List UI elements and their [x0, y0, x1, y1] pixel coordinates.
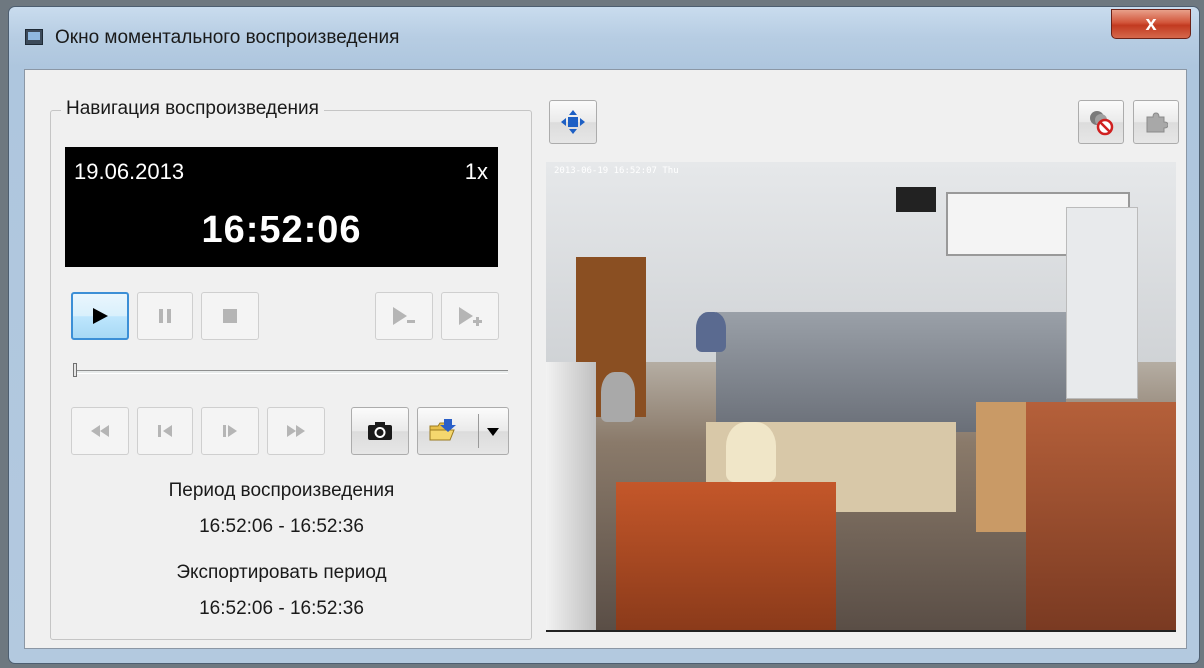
speed-readout: 1x [464, 159, 488, 184]
video-window-frame [546, 362, 596, 630]
video-person [696, 312, 726, 352]
play-slower-icon [393, 307, 415, 325]
pause-icon [159, 309, 171, 323]
video-timestamp: 2013-06-19 16:52:07 Thu [554, 166, 679, 176]
video-cabinet [1026, 402, 1176, 630]
fit-to-window-button[interactable] [549, 100, 597, 144]
video-monitor [896, 187, 936, 212]
resize-arrows-icon [561, 110, 585, 134]
play-button[interactable] [71, 292, 129, 340]
faster-button[interactable] [441, 292, 499, 340]
playback-window: Окно моментального воспроизведения x Нав… [8, 6, 1200, 664]
previous-frame-button[interactable] [137, 407, 193, 455]
plugin-button[interactable] [1133, 100, 1179, 144]
timeline-slider[interactable] [75, 370, 508, 374]
export-button-divider [478, 414, 479, 448]
snapshot-button[interactable] [351, 407, 409, 455]
playback-period-value: 16:52:06 - 16:52:36 [199, 516, 364, 537]
rewind-icon [91, 425, 109, 437]
video-frame[interactable]: 2013-06-19 16:52:07 Thu [546, 162, 1176, 630]
play-icon [93, 308, 108, 324]
fast-forward-icon [287, 425, 305, 437]
window-content: Навигация воспроизведения 19.06.2013 1x … [24, 69, 1187, 649]
play-faster-icon [459, 307, 482, 326]
export-button[interactable] [417, 407, 509, 455]
puzzle-piece-icon [1146, 112, 1168, 133]
monitor-icon [25, 29, 43, 45]
fast-forward-end-button[interactable] [267, 407, 325, 455]
video-bottom-border [546, 630, 1176, 632]
group-title: Навигация воспроизведения [61, 98, 324, 120]
video-chair [616, 482, 836, 630]
time-readout: 16:52:06 [201, 209, 362, 251]
no-overlay-icon [1090, 111, 1114, 136]
date-readout: 19.06.2013 [74, 159, 185, 184]
playback-period-label: Период воспроизведения [168, 480, 395, 501]
slower-button[interactable] [375, 292, 433, 340]
stop-icon [223, 309, 237, 323]
video-air-conditioner [1066, 207, 1138, 399]
timeline-slider-thumb[interactable] [73, 363, 77, 377]
disable-overlay-button[interactable] [1078, 100, 1124, 144]
time-display: 19.06.2013 1x 16:52:06 [65, 147, 498, 267]
step-back-icon [158, 425, 172, 437]
rewind-start-button[interactable] [71, 407, 129, 455]
video-person [601, 372, 635, 422]
close-button[interactable]: x [1111, 9, 1191, 39]
camera-icon [368, 422, 392, 440]
pause-button[interactable] [137, 292, 193, 340]
step-forward-icon [223, 425, 237, 437]
stop-button[interactable] [201, 292, 259, 340]
next-frame-button[interactable] [201, 407, 259, 455]
title-bar[interactable]: Окно моментального воспроизведения x [9, 7, 1199, 67]
folder-export-icon [429, 419, 456, 441]
export-period-value: 16:52:06 - 16:52:36 [199, 598, 364, 619]
dropdown-arrow-icon[interactable] [486, 427, 500, 437]
window-title: Окно моментального воспроизведения [55, 27, 400, 48]
export-period-label: Экспортировать период [176, 562, 387, 583]
video-person [726, 422, 776, 482]
